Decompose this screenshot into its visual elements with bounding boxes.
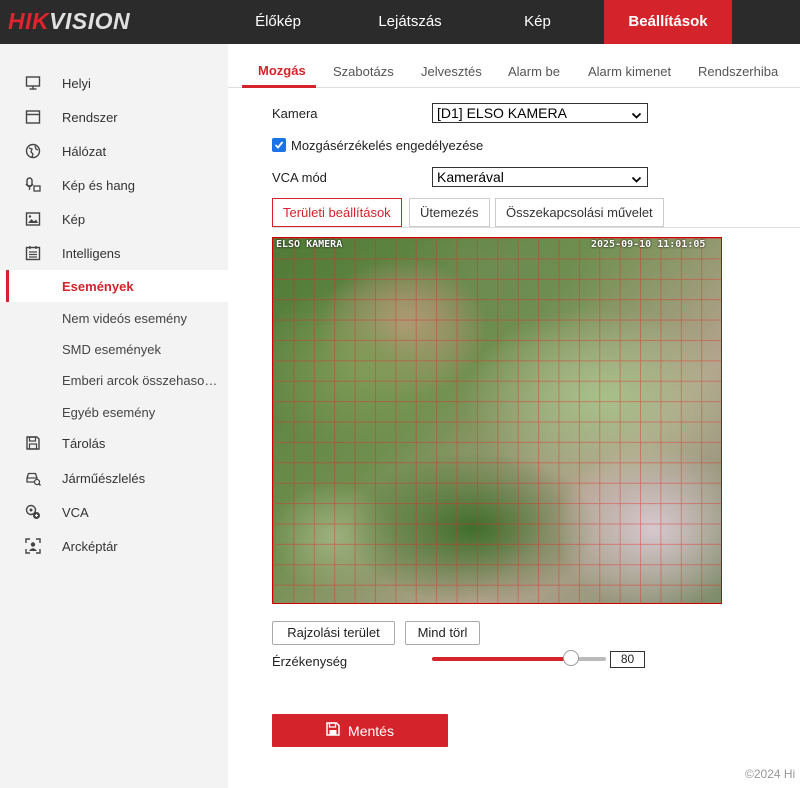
vehicle-detect-icon <box>25 470 41 486</box>
enable-motion-checkbox[interactable] <box>272 138 286 152</box>
chevron-down-icon <box>631 171 642 189</box>
sidebar-item-label: Nem videós esemény <box>62 310 187 326</box>
chevron-down-icon <box>631 107 642 125</box>
sidebar-item-video-audio[interactable]: Kép és hang <box>0 169 228 201</box>
active-tab-indicator <box>242 85 316 88</box>
draw-area-button[interactable]: Rajzolási terület <box>272 621 395 645</box>
enable-motion-label: Mozgásérzékelés engedélyezése <box>291 138 484 153</box>
subtab-arming-schedule[interactable]: Ütemezés <box>409 198 490 227</box>
sidebar-item-label: Intelligens <box>62 245 121 261</box>
sensitivity-slider-fill <box>432 657 571 661</box>
save-button-label: Mentés <box>348 722 394 739</box>
sidebar-item-events[interactable]: Események <box>0 270 228 302</box>
sidebar-item-label: Emberi arcok összehasonlítása <box>62 372 224 388</box>
sidebar-item-label: Arcképtár <box>62 538 118 554</box>
calendar-icon <box>25 245 41 261</box>
vca-icon <box>25 504 41 520</box>
nav-playback[interactable]: Lejátszás <box>350 0 470 44</box>
sidebar-item-label: Hálózat <box>62 143 107 159</box>
sidebar-item-vehicle-detection[interactable]: Járműészlelés <box>0 462 228 494</box>
sidebar-item-face-comparison[interactable]: Emberi arcok összehasonlítása <box>0 364 228 396</box>
motion-detection-video-area[interactable]: ELSO KAMERA 2025-09-10 11:01:05 <box>272 237 722 604</box>
subtab-divider <box>272 227 800 228</box>
sidebar-item-non-video-event[interactable]: Nem videós esemény <box>0 302 228 334</box>
tab-video-loss[interactable]: Jelvesztés <box>421 64 482 79</box>
sensitivity-label: Érzékenység <box>272 654 348 669</box>
sidebar-item-image[interactable]: Kép <box>0 203 228 235</box>
sidebar-item-label: VCA <box>62 504 89 520</box>
camera-select-value: [D1] ELSO KAMERA <box>437 105 567 121</box>
vca-mode-select[interactable]: Kamerával <box>432 167 648 187</box>
sidebar-item-label: Események <box>62 278 134 294</box>
hikvision-logo: HIKVISION <box>8 8 131 34</box>
sidebar-item-label: Kép és hang <box>62 177 136 193</box>
tab-motion[interactable]: Mozgás <box>258 63 306 78</box>
save-button[interactable]: Mentés <box>272 714 448 747</box>
tab-exception[interactable]: Rendszerhiba <box>698 64 778 79</box>
clear-all-button[interactable]: Mind törl <box>405 621 480 645</box>
tab-alarm-input[interactable]: Alarm be <box>508 64 560 79</box>
sidebar-item-label: Rendszer <box>62 109 118 125</box>
camera-label: Kamera <box>272 106 318 121</box>
checkmark-icon <box>274 141 284 149</box>
sidebar-item-label: Egyéb esemény <box>62 404 156 420</box>
image-icon <box>25 211 41 227</box>
sidebar-item-intelligent[interactable]: Intelligens <box>0 237 228 269</box>
sidebar-item-label: SMD események <box>62 341 161 357</box>
sidebar-item-label: Járműészlelés <box>62 470 146 486</box>
save-icon <box>326 722 340 739</box>
subtab-area-settings[interactable]: Területi beállítások <box>272 198 402 227</box>
nav-configuration[interactable]: Beállítások <box>604 0 732 44</box>
monitor-icon <box>25 75 41 91</box>
top-navigation-bar: HIKVISION Élőkép Lejátszás Kép Beállítás… <box>0 0 800 44</box>
video-audio-icon <box>25 177 41 193</box>
sidebar: Helyi Rendszer Hálózat Kép és hang Kép I… <box>0 44 228 788</box>
vca-mode-select-value: Kamerával <box>437 169 504 185</box>
sidebar-item-vca[interactable]: VCA <box>0 496 228 528</box>
copyright-footer: ©2024 Hi <box>745 767 796 781</box>
sidebar-item-network[interactable]: Hálózat <box>0 135 228 167</box>
globe-icon <box>25 143 41 159</box>
nav-picture[interactable]: Kép <box>490 0 585 44</box>
osd-camera-name: ELSO KAMERA <box>276 239 343 250</box>
face-library-icon <box>25 538 41 554</box>
sidebar-item-local[interactable]: Helyi <box>0 67 228 99</box>
storage-icon <box>25 435 41 451</box>
sensitivity-value[interactable]: 80 <box>610 651 645 668</box>
subtab-linkage-method[interactable]: Összekapcsolási művelet <box>495 198 664 227</box>
sidebar-item-other-event[interactable]: Egyéb esemény <box>0 396 228 428</box>
sidebar-item-label: Kép <box>62 211 86 227</box>
motion-detection-grid <box>273 238 721 603</box>
nav-live-view[interactable]: Élőkép <box>228 0 328 44</box>
osd-timestamp: 2025-09-10 11:01:05 <box>591 239 706 250</box>
sensitivity-slider-handle[interactable] <box>563 650 579 666</box>
vca-mode-label: VCA mód <box>272 170 327 185</box>
sidebar-item-label: Tárolás <box>62 435 106 451</box>
event-type-tabs: Mozgás Szabotázs Jelvesztés Alarm be Ala… <box>228 44 800 88</box>
tab-alarm-output[interactable]: Alarm kimenet <box>588 64 671 79</box>
sidebar-item-smd-events[interactable]: SMD események <box>0 333 228 365</box>
sidebar-item-face-library[interactable]: Arcképtár <box>0 530 228 562</box>
sidebar-item-storage[interactable]: Tárolás <box>0 427 228 459</box>
tab-tamper[interactable]: Szabotázs <box>333 64 394 79</box>
sensitivity-slider[interactable] <box>432 650 606 666</box>
sidebar-item-label: Helyi <box>62 75 91 91</box>
window-icon <box>25 109 41 125</box>
sidebar-item-system[interactable]: Rendszer <box>0 101 228 133</box>
camera-select[interactable]: [D1] ELSO KAMERA <box>432 103 648 123</box>
